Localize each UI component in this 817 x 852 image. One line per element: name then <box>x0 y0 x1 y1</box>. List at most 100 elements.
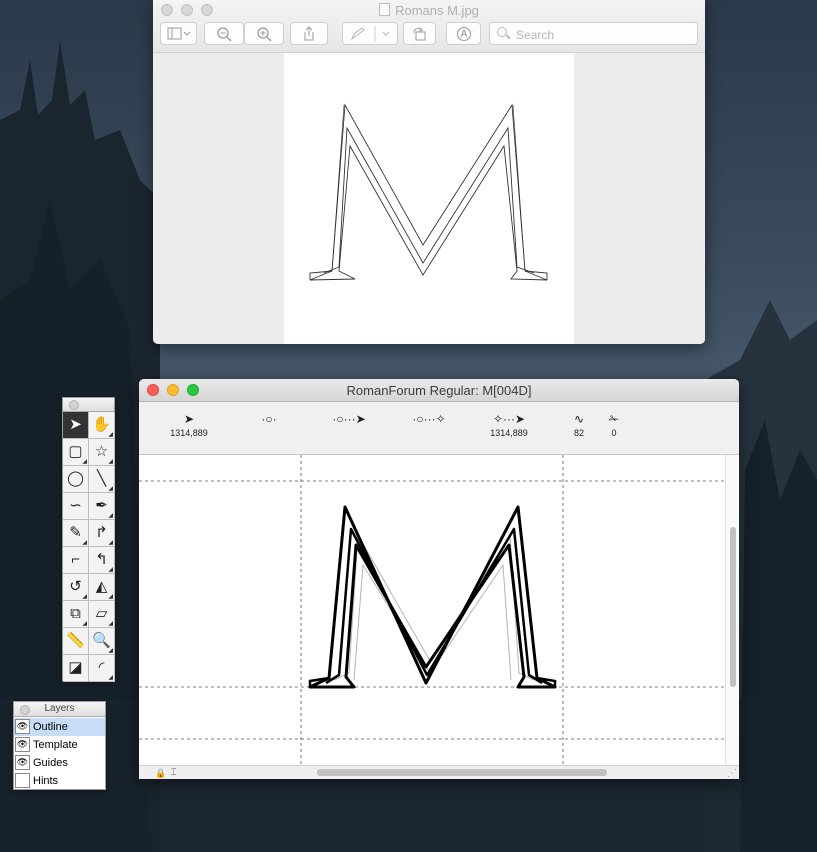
tool-submenu-indicator: ◢ <box>82 594 87 600</box>
visibility-eye-icon[interactable]: 👁 <box>15 737 30 752</box>
pen-tool-button[interactable]: ✒ ◢ <box>89 493 115 520</box>
markup-toolbar-button[interactable] <box>342 22 398 45</box>
star-tool-button[interactable]: ☆ ◢ <box>89 439 115 466</box>
angle-icon: ·○···✧ <box>412 412 446 426</box>
tangent-icon: ✁ <box>608 412 620 426</box>
layers-palette-titlebar[interactable]: Layers <box>14 702 105 717</box>
preview-content-area <box>153 53 705 344</box>
layer-name: Guides <box>33 757 68 769</box>
sidebar-icon <box>167 27 190 40</box>
tool-submenu-indicator: ◢ <box>82 540 87 546</box>
tool-submenu-indicator: ◢ <box>108 459 113 465</box>
editor-titlebar[interactable]: RomanForum Regular: M[004D] <box>139 379 739 402</box>
line-tool-button[interactable]: ╲ ◢ <box>89 466 115 493</box>
zoom-out-button[interactable] <box>204 22 244 45</box>
preview-window: Romans M.jpg <box>153 0 705 344</box>
curve-point-tool-button[interactable]: ↱ ◢ <box>89 520 115 547</box>
sidebar-button[interactable] <box>160 22 197 45</box>
perspective-tool-icon: ◪ <box>68 659 83 676</box>
annotate-button[interactable] <box>446 22 481 45</box>
status-bar: 🔒 ⌶ ⋰ <box>139 765 739 779</box>
rotate-button[interactable] <box>403 22 436 45</box>
flip-tool-button[interactable]: ◭ ◢ <box>89 574 115 601</box>
vertical-scrollbar[interactable] <box>725 455 739 765</box>
cursor-mode-icon[interactable]: ⌶ <box>171 767 176 778</box>
roman-m-image <box>309 103 548 281</box>
pointer-tool-button[interactable]: ➤ <box>63 412 89 439</box>
tool-palette: ➤ ✋ ◢ ▢ ◢ ☆ ◢ ◯ ╲ ◢ ∽ ✒ ◢ ✎ ◢ ↱ ◢ ⌐ ↰ ◢ ↺ ◢ ◭ ◢ ⧉ ◢ ▱ ◢ 📏 🔍 ◢ ◪ ◜ ◢ <box>62 397 115 682</box>
line-tool-icon: ╲ <box>96 470 107 487</box>
ellipse-tool-button[interactable]: ◯ <box>63 466 89 493</box>
rectangle-tool-icon: ▢ <box>68 443 83 460</box>
layers-palette: Layers 👁 Outline 👁 Template 👁 Guides Hints <box>13 701 106 790</box>
zoom-in-button[interactable] <box>244 22 284 45</box>
tool-submenu-indicator: ◢ <box>82 459 87 465</box>
layers-title: Layers <box>44 703 75 714</box>
perspective-tool-button[interactable]: ◪ <box>63 655 89 682</box>
tool-submenu-indicator: ◢ <box>108 513 113 519</box>
scale-tool-button[interactable]: ⧉ ◢ <box>63 601 89 628</box>
curve-info: ∿ 82 <box>564 410 594 438</box>
skew-tool-button[interactable]: ▱ ◢ <box>89 601 115 628</box>
tool-submenu-indicator: ◢ <box>108 594 113 600</box>
hand-tool-icon: ✋ <box>92 416 111 433</box>
layer-row-hints[interactable]: Hints <box>14 772 105 790</box>
search-input[interactable] <box>514 25 693 44</box>
magnify-tool-icon: 🔍 <box>92 632 111 649</box>
lock-icon[interactable]: 🔒 <box>155 768 166 779</box>
palette-close-button[interactable] <box>20 705 30 715</box>
curve-point-tool-icon: ↱ <box>95 524 108 541</box>
curve-value: 82 <box>573 428 584 438</box>
delta-info: ·○···➤ <box>324 410 374 428</box>
visibility-eye-icon[interactable]: 👁 <box>15 755 30 770</box>
ruler-tool-button[interactable]: 📏 <box>63 628 89 655</box>
document-icon <box>379 3 391 16</box>
info-bar: ➤ 1314,889 ·○· ·○···➤ ·○···✧ ✧···➤ 1314,… <box>139 402 739 455</box>
rotate-tool-button[interactable]: ↺ ◢ <box>63 574 89 601</box>
layer-row-outline[interactable]: 👁 Outline <box>14 718 105 736</box>
pointer-position-value: 1314,889 <box>170 428 208 438</box>
flip-tool-icon: ◭ <box>95 578 108 595</box>
tool-submenu-indicator: ◢ <box>108 432 113 438</box>
knife-tool-icon: ✎ <box>69 524 82 541</box>
search-icon <box>497 27 507 37</box>
layer-row-guides[interactable]: 👁 Guides <box>14 754 105 772</box>
magnify-tool-button[interactable]: 🔍 ◢ <box>89 628 115 655</box>
ellipse-tool-icon: ◯ <box>67 470 84 487</box>
glyph-editor-window: RomanForum Regular: M[004D] ➤ 1314,889 ·… <box>139 379 739 779</box>
tool-submenu-indicator: ◢ <box>108 675 113 681</box>
rectangle-tool-button[interactable]: ▢ ◢ <box>63 439 89 466</box>
shape-tool-icon: ◜ <box>98 659 105 676</box>
pointer-offset-value: 1314,889 <box>490 428 528 438</box>
scale-tool-icon: ⧉ <box>70 605 81 622</box>
tangent-point-tool-button[interactable]: ↰ ◢ <box>89 547 115 574</box>
horizontal-scroll-thumb[interactable] <box>317 769 607 776</box>
hand-tool-button[interactable]: ✋ ◢ <box>89 412 115 439</box>
search-field[interactable] <box>489 22 698 45</box>
zoom-out-icon <box>217 27 232 42</box>
layer-row-template[interactable]: 👁 Template <box>14 736 105 754</box>
tool-submenu-indicator: ◢ <box>108 648 113 654</box>
corner-point-tool-button[interactable]: ⌐ <box>63 547 89 574</box>
palette-close-button[interactable] <box>69 400 79 410</box>
freehand-tool-button[interactable]: ∽ <box>63 493 89 520</box>
vertical-scroll-thumb[interactable] <box>730 527 736 687</box>
share-button[interactable] <box>290 22 328 45</box>
tool-submenu-indicator: ◢ <box>108 567 113 573</box>
point-icon: ·○· <box>261 412 277 426</box>
shape-tool-button[interactable]: ◜ ◢ <box>89 655 115 682</box>
tool-submenu-indicator: ◢ <box>82 621 87 627</box>
visibility-eye-icon[interactable] <box>15 773 30 788</box>
tool-palette-titlebar[interactable] <box>63 398 114 412</box>
knife-tool-button[interactable]: ✎ ◢ <box>63 520 89 547</box>
visibility-eye-icon[interactable]: 👁 <box>15 719 30 734</box>
preview-titlebar[interactable]: Romans M.jpg <box>153 0 705 53</box>
layer-name: Template <box>33 739 78 751</box>
rotate-icon <box>413 27 425 41</box>
point-info: ·○· <box>249 410 289 428</box>
tool-submenu-indicator: ◢ <box>108 540 113 546</box>
resize-grip-icon[interactable]: ⋰ <box>727 768 737 779</box>
star-tool-icon: ☆ <box>94 443 109 460</box>
glyph-canvas[interactable] <box>139 455 725 765</box>
tangent-info: ✁ 0 <box>599 410 629 438</box>
